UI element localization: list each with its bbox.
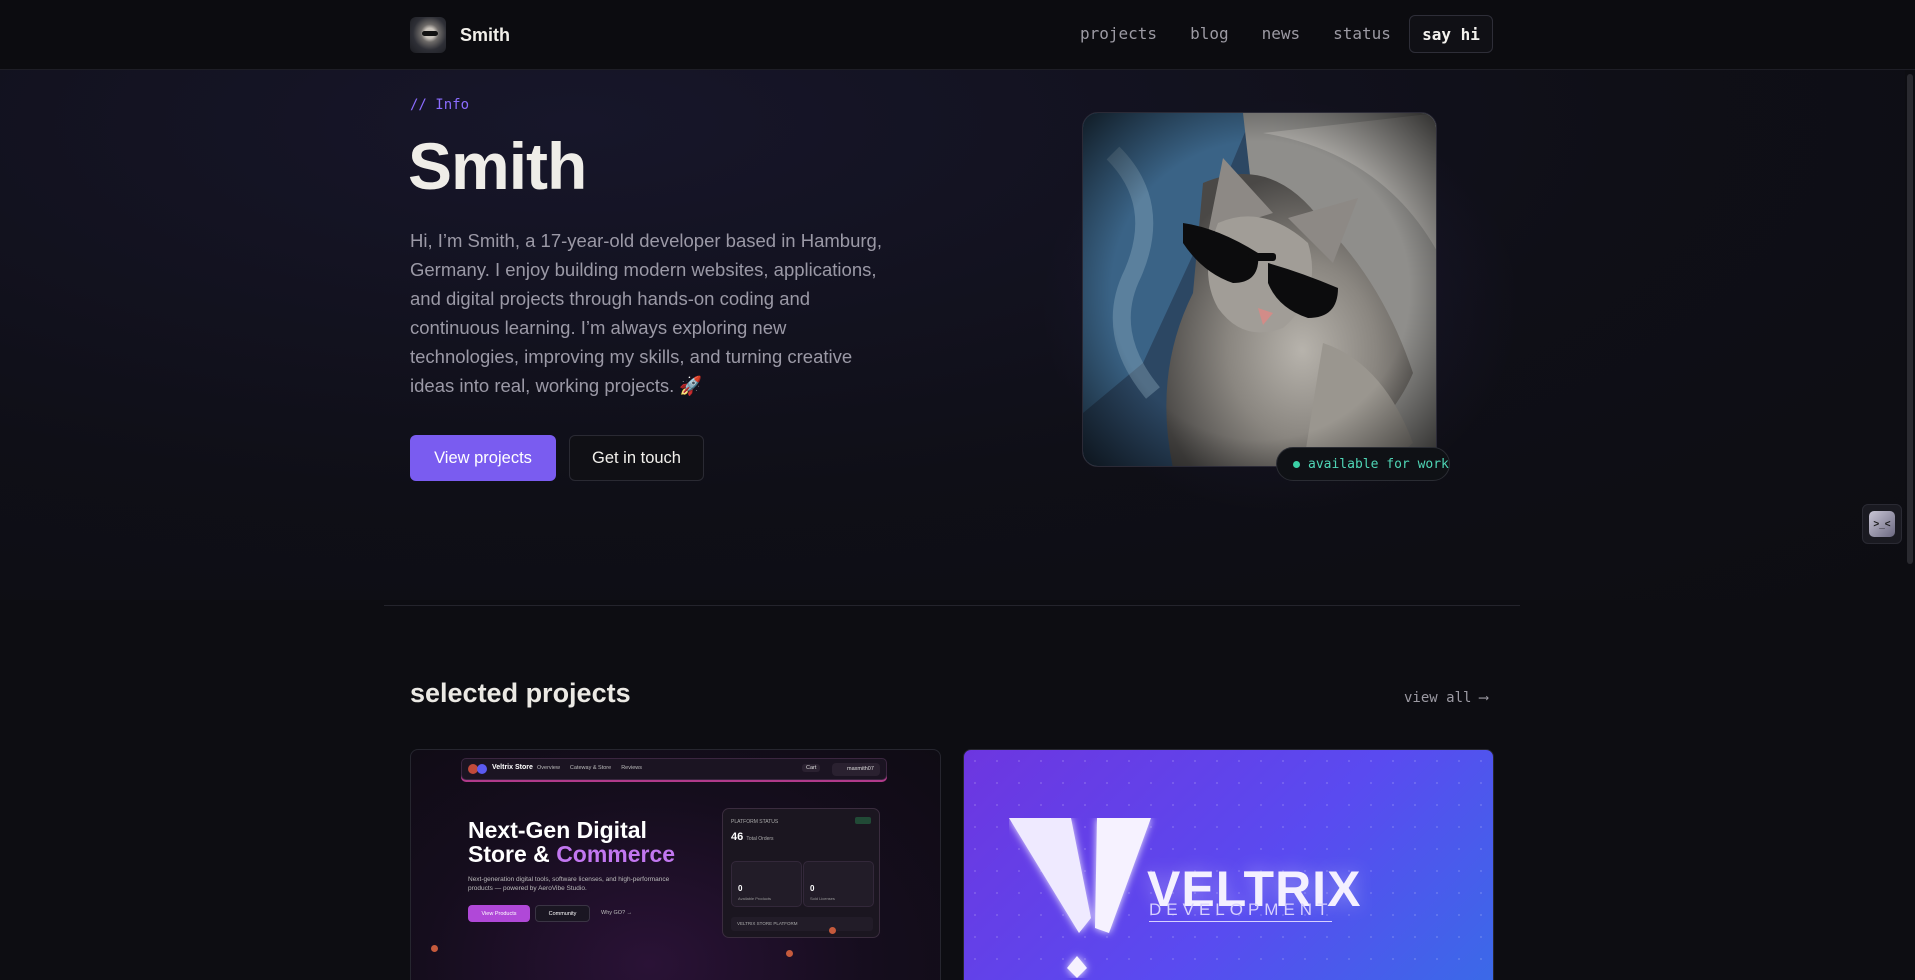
mock-cart: Cart <box>802 764 821 772</box>
mock-panel-number: 46 <box>731 831 744 843</box>
hero-description: Hi, I’m Smith, a 17-year-old developer b… <box>410 230 882 396</box>
mock-logo-secondary-icon <box>477 764 487 774</box>
status-dot-icon <box>1293 460 1300 468</box>
mock-community-button: Community <box>535 905 590 922</box>
availability-status-text: available for work <box>1308 456 1449 472</box>
view-projects-button[interactable]: View projects <box>410 435 556 481</box>
hero-title: Smith <box>408 129 587 203</box>
get-in-touch-button[interactable]: Get in touch <box>569 435 704 481</box>
mock-headline-line1: Next-Gen Digital <box>468 817 647 843</box>
mock-tile-licenses: 0 Sold Licenses <box>803 861 874 907</box>
say-hi-button[interactable]: say hi <box>1409 15 1493 53</box>
decor-orb <box>431 945 438 952</box>
availability-status-badge: available for work <box>1276 447 1450 481</box>
mock-why-link: Why GO? → <box>601 910 633 916</box>
nav-links: projects blog news status <box>1080 24 1391 43</box>
top-navbar: Smith projects blog news status say hi <box>0 0 1915 70</box>
mock-user: maxmith07 <box>832 763 880 776</box>
mock-tile-number: 0 <box>738 884 743 893</box>
cat-with-sunglasses-image <box>1083 113 1436 466</box>
mock-view-products-button: View Products <box>468 905 530 922</box>
nav-link-status[interactable]: status <box>1333 24 1391 43</box>
decor-orb <box>786 950 793 957</box>
project-card-veltrix-development[interactable]: VELTRIX DEVELOPMENT <box>963 749 1494 980</box>
mock-tile-label: Available Products <box>738 896 772 901</box>
mock-panel-unit: Total Orders <box>746 836 774 842</box>
section-divider <box>384 605 1520 606</box>
mock-panel-footer: VELTRIX STORE PLATFORM <box>731 917 873 931</box>
mock-tile-products: 0 Available Products <box>731 861 802 907</box>
veltrix-v-logo <box>1009 818 1151 978</box>
nav-link-blog[interactable]: blog <box>1190 24 1229 43</box>
mock-headline-accent: Commerce <box>556 841 676 867</box>
mock-subtext: Next-generation digital tools, software … <box>468 876 670 892</box>
nav-link-news[interactable]: news <box>1262 24 1301 43</box>
mock-status-panel: PLATFORM STATUS 46 Total Orders 0 Availa… <box>722 808 880 938</box>
mock-link: Reviews <box>621 765 642 771</box>
mock-live-badge <box>855 817 871 824</box>
view-all-label: view all <box>1404 690 1472 706</box>
mock-headline-part: Store & <box>468 841 557 867</box>
decor-orb <box>829 927 836 934</box>
mock-panel-heading: PLATFORM STATUS <box>731 819 779 825</box>
hero-eyebrow: // Info <box>410 97 470 113</box>
arrow-right-icon: ⟶ <box>1479 690 1488 706</box>
mock-link: Cateway & Store <box>569 765 612 771</box>
emoji-face-icon: >_< <box>1869 511 1895 537</box>
mock-brand: Veltrix Store <box>492 764 533 771</box>
scrollbar-thumb[interactable] <box>1907 74 1913 564</box>
project-card-veltrix-store[interactable]: Veltrix Store Overview Cateway & Store R… <box>410 749 941 980</box>
view-all-link[interactable]: view all ⟶ <box>1404 690 1488 706</box>
development-label: DEVELOPMENT <box>1149 900 1333 922</box>
brand-link[interactable]: Smith <box>410 17 510 53</box>
mock-navbar: Veltrix Store Overview Cateway & Store R… <box>461 758 887 780</box>
mock-tile-number: 0 <box>810 884 815 893</box>
brand-name: Smith <box>460 24 511 45</box>
projects-section-title: selected projects <box>410 678 631 708</box>
nav-link-projects[interactable]: projects <box>1080 24 1157 43</box>
hero-background <box>0 70 1915 600</box>
mock-headline: Next-Gen Digital Store & Commerce <box>468 818 675 866</box>
mock-panel-value: 46 Total Orders <box>731 831 774 843</box>
mock-nav-links: Overview Cateway & Store Reviews <box>537 765 642 771</box>
mock-headline-line2: Store & Commerce <box>468 842 675 866</box>
side-widget-button[interactable]: >_< <box>1862 504 1902 544</box>
mock-link: Overview <box>537 765 560 771</box>
avatar <box>410 17 446 53</box>
mock-tile-label: Sold Licenses <box>810 896 835 901</box>
profile-photo <box>1082 112 1437 467</box>
